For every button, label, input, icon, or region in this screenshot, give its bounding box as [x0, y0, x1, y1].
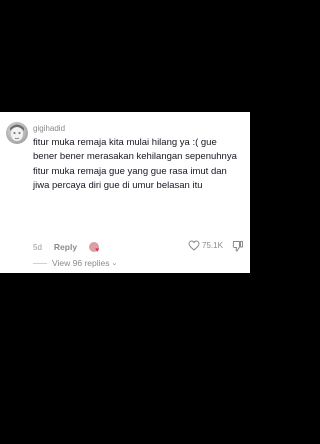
chevron-down-icon: ⌄ [111, 260, 118, 267]
dislike-button[interactable] [232, 239, 244, 257]
avatar-photo [10, 124, 24, 141]
creator-heart-icon: ♥ [95, 247, 100, 254]
thumbs-down-icon [232, 241, 243, 252]
reply-button[interactable]: Reply [54, 242, 77, 252]
heart-outline-icon [188, 240, 200, 251]
like-button[interactable]: 75.1K [188, 240, 223, 251]
replies-divider [33, 262, 47, 264]
comment-age: 5d [33, 242, 42, 252]
view-replies-link[interactable]: View 96 replies ⌄ [33, 258, 117, 268]
comment-meta: 5d Reply ♥ [33, 241, 101, 254]
view-replies-label: View 96 replies [52, 258, 110, 268]
comment-card: gigihadid fitur muka remaja kita mulai h… [0, 112, 250, 273]
user-avatar[interactable] [6, 122, 28, 144]
username[interactable]: gigihadid [33, 124, 65, 133]
like-count: 75.1K [202, 241, 223, 250]
creator-liked-icon: ♥ [89, 241, 101, 254]
comment-text: fitur muka remaja kita mulai hilang ya :… [33, 137, 237, 192]
